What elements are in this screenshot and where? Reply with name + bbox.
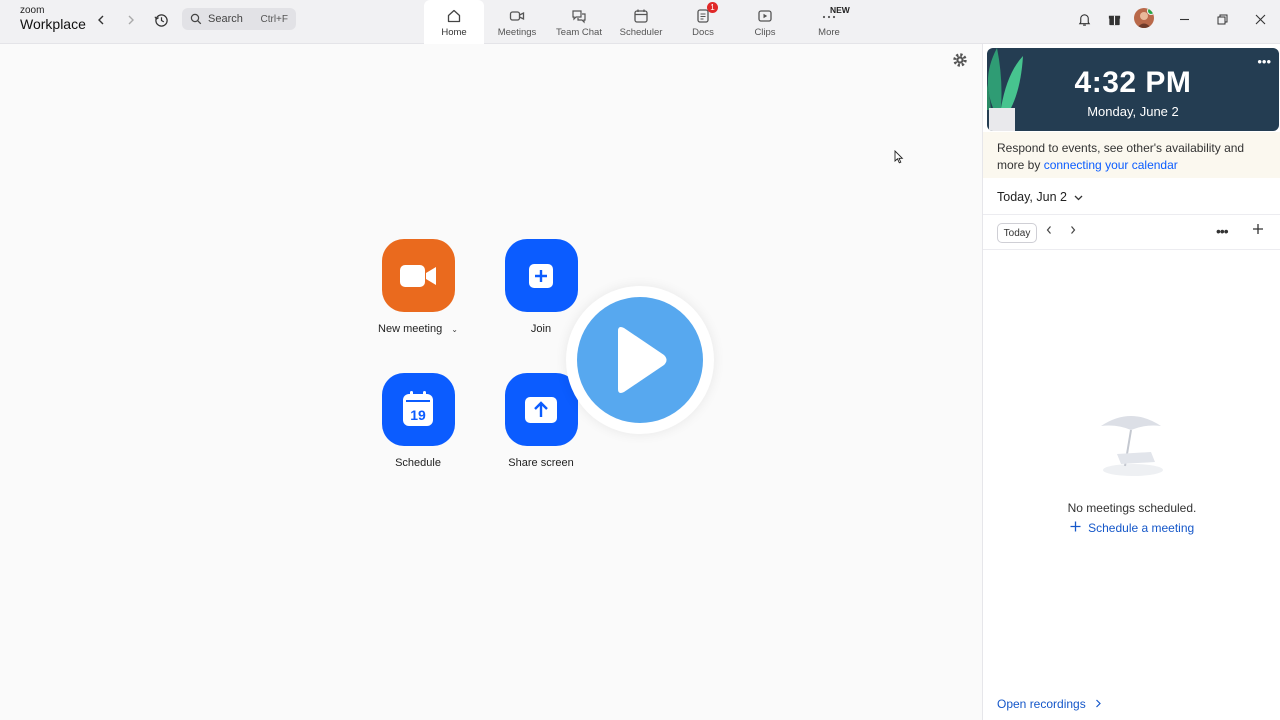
clips-icon: [758, 10, 772, 22]
close-icon[interactable]: [1249, 8, 1271, 30]
avatar[interactable]: [1134, 8, 1154, 28]
open-recordings-link[interactable]: Open recordings: [997, 697, 1102, 711]
schedule-meeting-link[interactable]: Schedule a meeting: [983, 521, 1280, 535]
clock-date: Monday, June 2: [1087, 104, 1179, 119]
tab-label: Home: [441, 27, 467, 38]
play-circle[interactable]: [577, 297, 703, 423]
next-day-icon[interactable]: [1069, 224, 1077, 238]
add-event-icon[interactable]: [1252, 222, 1264, 239]
calendar-panel: 4:32 PM Monday, June 2 ••• Respond to ev…: [982, 44, 1280, 720]
video-icon: [509, 11, 525, 21]
new-meeting-label: New meeting ⌄: [378, 323, 458, 335]
schedule-label: Schedule: [395, 457, 441, 469]
chat-icon: [572, 10, 586, 24]
open-recordings-label: Open recordings: [997, 697, 1086, 711]
calendar-connect-note: Respond to events, see other's availabil…: [983, 132, 1280, 178]
clock-time: 4:32 PM: [1074, 66, 1192, 99]
schedule-tile[interactable]: 19: [381, 373, 455, 446]
search-placeholder: Search: [208, 13, 243, 25]
connect-calendar-link[interactable]: connecting your calendar: [1044, 158, 1178, 172]
play-icon: [618, 327, 667, 393]
back-icon[interactable]: [91, 10, 111, 30]
main-tabs: Home Meetings Team Chat Scheduler 1 Docs…: [424, 0, 862, 44]
join-tile[interactable]: [504, 239, 578, 312]
video-camera-icon: [400, 264, 436, 287]
share-screen-label: Share screen: [508, 457, 574, 469]
tab-meetings[interactable]: Meetings: [486, 0, 548, 44]
mouse-cursor-icon: [894, 149, 904, 169]
clock-card: 4:32 PM Monday, June 2 •••: [987, 48, 1279, 131]
bell-icon[interactable]: [1073, 8, 1095, 30]
today-button[interactable]: Today: [997, 223, 1037, 243]
tab-scheduler[interactable]: Scheduler: [610, 0, 672, 44]
beach-umbrella-icon: [1095, 404, 1171, 485]
more-options-icon[interactable]: •••: [1216, 223, 1229, 239]
zoom-workplace-logo: zoom Workplace: [20, 5, 86, 32]
home-icon: [447, 9, 461, 23]
video-play-button[interactable]: [566, 286, 714, 434]
share-screen-icon: [525, 396, 557, 423]
schedule-button[interactable]: 19 Schedule: [363, 373, 473, 469]
tab-home[interactable]: Home: [424, 0, 484, 44]
chevron-down-icon: [1074, 195, 1083, 201]
share-screen-tile[interactable]: [504, 373, 578, 446]
day-header-label: Today, Jun 2: [997, 190, 1067, 204]
tab-team-chat[interactable]: Team Chat: [548, 0, 610, 44]
tab-clips[interactable]: Clips: [734, 0, 796, 44]
prev-day-icon[interactable]: [1045, 224, 1053, 238]
minimize-icon[interactable]: [1173, 8, 1195, 30]
status-dot: [1147, 8, 1154, 15]
history-icon[interactable]: [151, 10, 171, 30]
forward-icon[interactable]: [121, 10, 141, 30]
gift-icon[interactable]: [1103, 8, 1125, 30]
brand-line-1: zoom: [20, 5, 45, 16]
tab-more[interactable]: NEW More: [796, 0, 862, 44]
tab-label: Docs: [692, 27, 714, 38]
schedule-meeting-label: Schedule a meeting: [1088, 521, 1195, 535]
calendar-icon: [634, 9, 648, 23]
clock-more-icon[interactable]: •••: [1257, 54, 1271, 69]
calendar-toolbar: Today •••: [983, 214, 1280, 250]
restore-icon[interactable]: [1211, 8, 1233, 30]
new-badge: NEW: [830, 5, 850, 15]
plus-icon: [529, 263, 553, 288]
tab-label: Clips: [754, 27, 776, 38]
day-selector[interactable]: Today, Jun 2: [997, 190, 1083, 204]
no-meetings-text: No meetings scheduled.: [1067, 501, 1197, 515]
search-icon: [190, 13, 202, 25]
calendar-day: 19: [410, 406, 426, 423]
calendar-19-icon: 19: [403, 390, 433, 426]
settings-gear-icon[interactable]: [952, 52, 968, 68]
tab-label: Team Chat: [556, 27, 602, 38]
chevron-down-icon[interactable]: ⌄: [451, 325, 458, 334]
brand-line-2: Workplace: [20, 16, 86, 32]
search-shortcut: Ctrl+F: [260, 13, 289, 25]
tab-docs[interactable]: 1 Docs: [672, 0, 734, 44]
tab-label: Scheduler: [619, 27, 663, 38]
join-label: Join: [530, 323, 552, 335]
tab-label: Meetings: [497, 27, 537, 38]
chevron-right-icon: [1096, 699, 1101, 708]
new-meeting-text: New meeting: [378, 323, 443, 335]
new-meeting-button[interactable]: New meeting ⌄: [363, 239, 473, 335]
title-bar: zoom Workplace Search Ctrl+F Home Meetin…: [0, 0, 1280, 44]
search-input[interactable]: Search Ctrl+F: [182, 8, 296, 30]
docs-badge: 1: [707, 2, 718, 13]
plus-icon: [1070, 521, 1081, 532]
new-meeting-tile[interactable]: [381, 239, 455, 312]
tab-label: More: [818, 27, 840, 38]
